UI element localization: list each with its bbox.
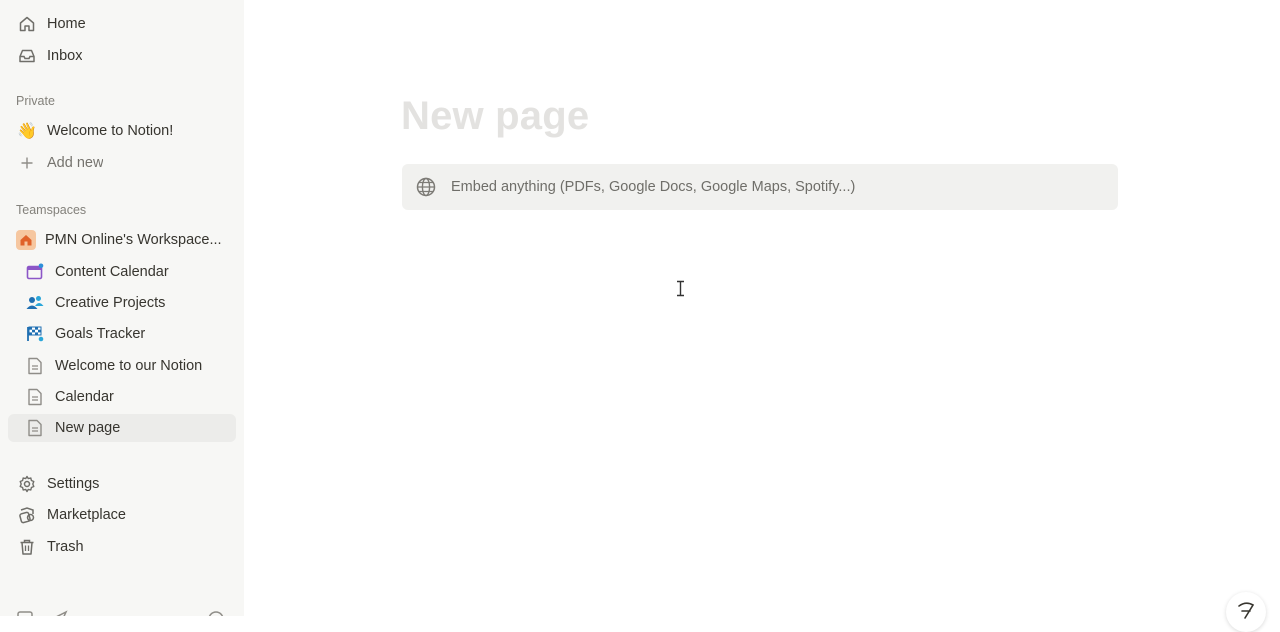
sidebar-bottom-toolbar bbox=[16, 606, 230, 616]
marketplace-icon bbox=[16, 504, 38, 526]
sidebar-item-settings[interactable]: Settings bbox=[8, 470, 236, 498]
section-label-private: Private bbox=[16, 94, 55, 108]
sidebar-item-new-page[interactable]: New page bbox=[8, 414, 236, 442]
sidebar-item-label: Welcome to our Notion bbox=[55, 358, 203, 374]
sidebar-item-label: Content Calendar bbox=[55, 264, 169, 280]
add-new-button[interactable]: Add new bbox=[8, 149, 236, 177]
embed-block[interactable]: Embed anything (PDFs, Google Docs, Googl… bbox=[402, 164, 1118, 210]
people-icon bbox=[24, 292, 46, 314]
page-icon bbox=[24, 386, 46, 408]
help-button[interactable] bbox=[1226, 592, 1266, 632]
sidebar-item-welcome-to-our-notion[interactable]: Welcome to our Notion bbox=[8, 352, 236, 380]
sidebar-item-label: Calendar bbox=[55, 389, 114, 405]
page-icon bbox=[24, 417, 46, 439]
gear-icon bbox=[16, 473, 38, 495]
main-content: New page Embed anything (PDFs, Google Do… bbox=[244, 0, 1280, 632]
sidebar: Home Inbox Private 👋 Welcome to Notion! … bbox=[0, 0, 244, 616]
trash-icon bbox=[16, 536, 38, 558]
section-label-teamspaces: Teamspaces bbox=[16, 203, 87, 217]
home-icon bbox=[16, 13, 38, 35]
flag-icon bbox=[24, 323, 46, 345]
sidebar-item-label: Goals Tracker bbox=[55, 326, 146, 342]
sidebar-item-label: Creative Projects bbox=[55, 295, 166, 311]
sidebar-item-label: Home bbox=[47, 16, 86, 32]
help-icon bbox=[1234, 598, 1258, 627]
sidebar-item-welcome[interactable]: 👋 Welcome to Notion! bbox=[8, 117, 236, 145]
sidebar-item-goals-tracker[interactable]: Goals Tracker bbox=[8, 320, 236, 348]
page-title-placeholder[interactable]: New page bbox=[401, 94, 589, 139]
page-icon bbox=[24, 355, 46, 377]
globe-icon bbox=[415, 176, 437, 198]
sidebar-item-workspace[interactable]: PMN Online's Workspace... bbox=[8, 226, 236, 254]
sidebar-item-label: New page bbox=[55, 420, 121, 436]
sidebar-item-label: Welcome to Notion! bbox=[47, 123, 174, 139]
sidebar-item-label: Settings bbox=[47, 476, 100, 492]
sidebar-item-label: Add new bbox=[47, 155, 104, 171]
sidebar-item-marketplace[interactable]: Marketplace bbox=[8, 501, 236, 529]
sidebar-item-label: Trash bbox=[47, 539, 84, 555]
waving-hand-icon: 👋 bbox=[17, 123, 37, 140]
sidebar-item-label: Marketplace bbox=[47, 507, 126, 523]
sidebar-item-label: Inbox bbox=[47, 48, 83, 64]
sidebar-item-label: PMN Online's Workspace... bbox=[45, 232, 222, 248]
sidebar-item-home[interactable]: Home bbox=[8, 10, 236, 38]
sidebar-item-creative-projects[interactable]: Creative Projects bbox=[8, 289, 236, 317]
sidebar-item-inbox[interactable]: Inbox bbox=[8, 42, 236, 70]
inbox-icon bbox=[16, 45, 38, 67]
sidebar-item-calendar[interactable]: Calendar bbox=[8, 383, 236, 411]
sidebar-item-content-calendar[interactable]: Content Calendar bbox=[8, 258, 236, 286]
plus-icon bbox=[16, 152, 38, 174]
calendar-icon bbox=[24, 261, 46, 283]
text-cursor-icon bbox=[676, 280, 685, 302]
sidebar-item-trash[interactable]: Trash bbox=[8, 533, 236, 561]
embed-placeholder-text: Embed anything (PDFs, Google Docs, Googl… bbox=[451, 179, 856, 195]
house-icon bbox=[16, 230, 36, 250]
